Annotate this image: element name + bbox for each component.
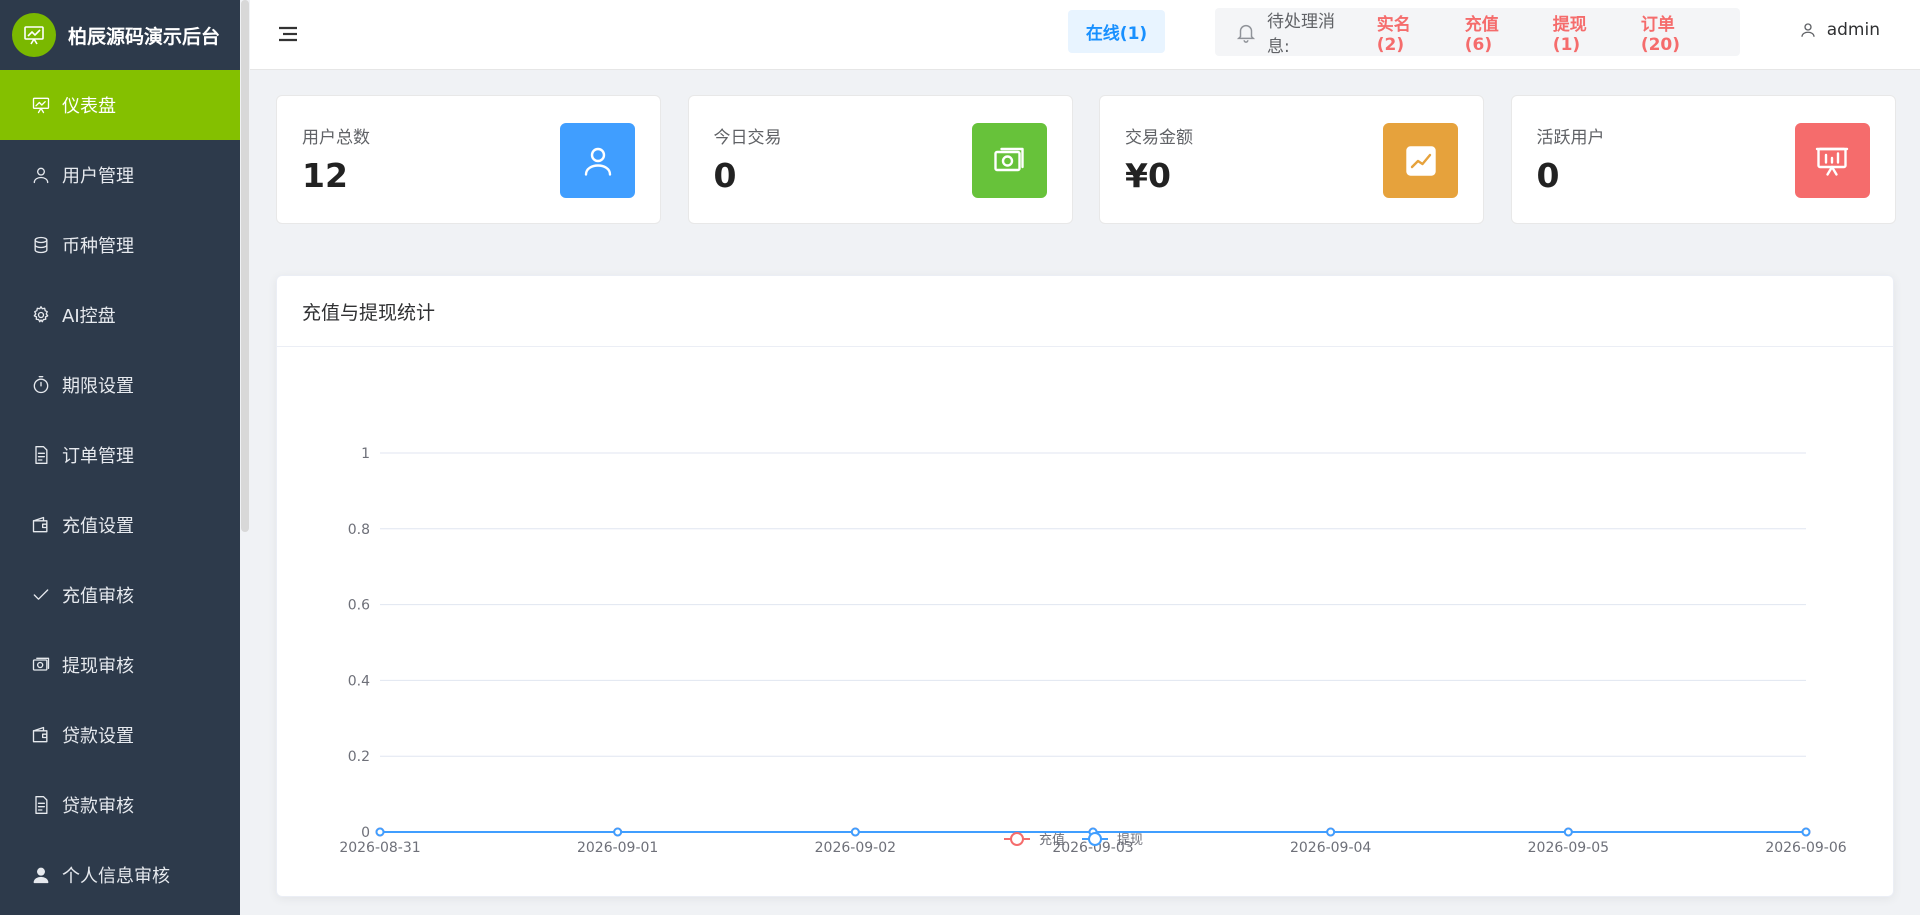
legend-label: 充值 [1039, 832, 1065, 848]
pending-order-link[interactable]: 订单(20) [1641, 10, 1710, 55]
sidebar-item-9[interactable]: 贷款设置 [0, 700, 240, 770]
sidebar-item-label: 用户管理 [62, 166, 134, 187]
y-tick-label: 0 [361, 825, 370, 841]
line-chart: 0 0.2 0.4 0.6 0.8 1 2026-08-31 2026-09-01 2026-0… [339, 446, 1846, 856]
sidebar-item-1[interactable]: 用户管理 [0, 140, 240, 210]
document-icon [30, 794, 52, 816]
menu-toggle-icon[interactable] [276, 22, 300, 46]
y-tick-label: 0.2 [348, 749, 370, 765]
person-filled-icon [30, 864, 52, 886]
stat-card: 交易金额 ¥0 [1099, 95, 1484, 224]
stat-value: ¥0 [1125, 156, 1171, 195]
data-point [375, 827, 385, 837]
gear-icon [30, 304, 52, 326]
data-point [1326, 827, 1336, 837]
sidebar: 柏辰源码演示后台 仪表盘用户管理币种管理 AI控盘期限设置订单管理充值设置充值审核… [0, 0, 240, 915]
x-tick-label: 2026-08-31 [339, 840, 420, 856]
sidebar-menu: 仪表盘用户管理币种管理 AI控盘期限设置订单管理充值设置充值审核提现审核贷款设置贷… [0, 70, 240, 910]
x-tick-label: 2026-09-05 [1528, 840, 1609, 856]
sidebar-item-0[interactable]: 仪表盘 [0, 70, 240, 140]
stat-card: 用户总数 12 [276, 95, 661, 224]
sidebar-item-2[interactable]: 币种管理 [0, 210, 240, 280]
stat-cards: 用户总数 12 今日交易 0 交易金额 ¥0 活跃用户 0 [276, 95, 1896, 224]
wallet-icon [30, 514, 52, 536]
presentation-icon [1794, 123, 1870, 198]
sidebar-item-label: 个人信息审核 [62, 866, 170, 887]
pending-recharge-link[interactable]: 充值(6) [1465, 10, 1523, 55]
y-tick-label: 1 [361, 446, 370, 462]
stat-label: 用户总数 [302, 128, 370, 148]
sidebar-item-label: 仪表盘 [62, 96, 116, 117]
pending-realname-link[interactable]: 实名(2) [1377, 10, 1435, 55]
stat-label: 活跃用户 [1536, 128, 1605, 148]
y-tick-label: 0.6 [348, 598, 370, 614]
data-point [1801, 827, 1811, 837]
sidebar-item-10[interactable]: 贷款审核 [0, 770, 240, 840]
sidebar-item-label: 充值设置 [62, 516, 134, 537]
coins-icon [30, 234, 52, 256]
sidebar-item-label: 币种管理 [62, 236, 134, 257]
user-menu[interactable]: admin [1799, 20, 1880, 40]
online-badge[interactable]: 在线(1) [1068, 10, 1165, 53]
chart-panel: 充值与提现统计 0 0.2 0.4 0.6 0.8 1 2026-08-31 2026-09-… [276, 275, 1894, 897]
y-tick-label: 0.8 [348, 522, 370, 538]
legend-label: 提现 [1117, 832, 1143, 848]
stat-label: 今日交易 [713, 128, 782, 148]
brand: 柏辰源码演示后台 [0, 0, 240, 70]
stat-value: 12 [302, 156, 348, 195]
user-icon [30, 164, 52, 186]
bell-icon [1235, 21, 1257, 43]
sidebar-item-label: 期限设置 [62, 376, 134, 397]
timer-icon [30, 374, 52, 396]
presentation-icon [12, 13, 56, 57]
y-tick-label: 0.4 [348, 673, 370, 689]
legend-marker [1088, 832, 1102, 846]
data-point [1563, 827, 1573, 837]
stat-card: 活跃用户 0 [1510, 95, 1896, 224]
pending-messages: 待处理消息: 实名(2) 充值(6) 提现(1) 订单(20) [1215, 8, 1740, 57]
stat-value: 0 [1536, 156, 1560, 195]
x-tick-label: 2026-09-06 [1765, 840, 1846, 856]
check-icon [30, 584, 52, 606]
stat-value: 0 [713, 156, 737, 195]
wallet-icon [30, 724, 52, 746]
x-tick-label: 2026-09-02 [815, 840, 896, 856]
sidebar-item-label: 订单管理 [62, 446, 134, 467]
sidebar-item-3[interactable]: AI控盘 [0, 280, 240, 350]
sidebar-item-11[interactable]: 个人信息审核 [0, 840, 240, 910]
sidebar-item-4[interactable]: 期限设置 [0, 350, 240, 420]
sidebar-item-label: 充值审核 [62, 586, 134, 607]
sidebar-item-label: AI控盘 [62, 306, 116, 327]
app-title: 柏辰源码演示后台 [68, 25, 221, 48]
money-icon [971, 123, 1047, 198]
sidebar-item-8[interactable]: 提现审核 [0, 630, 240, 700]
sidebar-item-label: 贷款审核 [62, 796, 134, 817]
stat-label: 交易金额 [1125, 128, 1193, 148]
sidebar-item-label: 贷款设置 [62, 726, 134, 747]
x-tick-label: 2026-09-04 [1290, 840, 1371, 856]
sidebar-item-5[interactable]: 订单管理 [0, 420, 240, 490]
pending-label: 待处理消息: [1267, 12, 1335, 57]
top-header: 在线(1) 待处理消息: 实名(2) 充值(6) 提现(1) 订单(20) ad… [250, 0, 1920, 70]
document-icon [30, 444, 52, 466]
user-icon [560, 123, 635, 198]
sidebar-item-7[interactable]: 充值审核 [0, 560, 240, 630]
data-point [613, 827, 623, 837]
money-icon [30, 654, 52, 676]
pending-withdraw-link[interactable]: 提现(1) [1553, 10, 1611, 55]
stat-card: 今日交易 0 [687, 95, 1073, 224]
dashboard-icon [30, 94, 52, 116]
trend-chart-icon [1383, 123, 1458, 198]
x-tick-label: 2026-09-01 [577, 840, 658, 856]
data-point [850, 827, 860, 837]
sidebar-scrollbar-thumb[interactable] [241, 0, 249, 532]
sidebar-item-label: 提现审核 [62, 656, 134, 677]
username: admin [1826, 20, 1880, 40]
user-icon [1799, 21, 1817, 39]
sidebar-item-6[interactable]: 充值设置 [0, 490, 240, 560]
legend-marker [1010, 832, 1024, 846]
